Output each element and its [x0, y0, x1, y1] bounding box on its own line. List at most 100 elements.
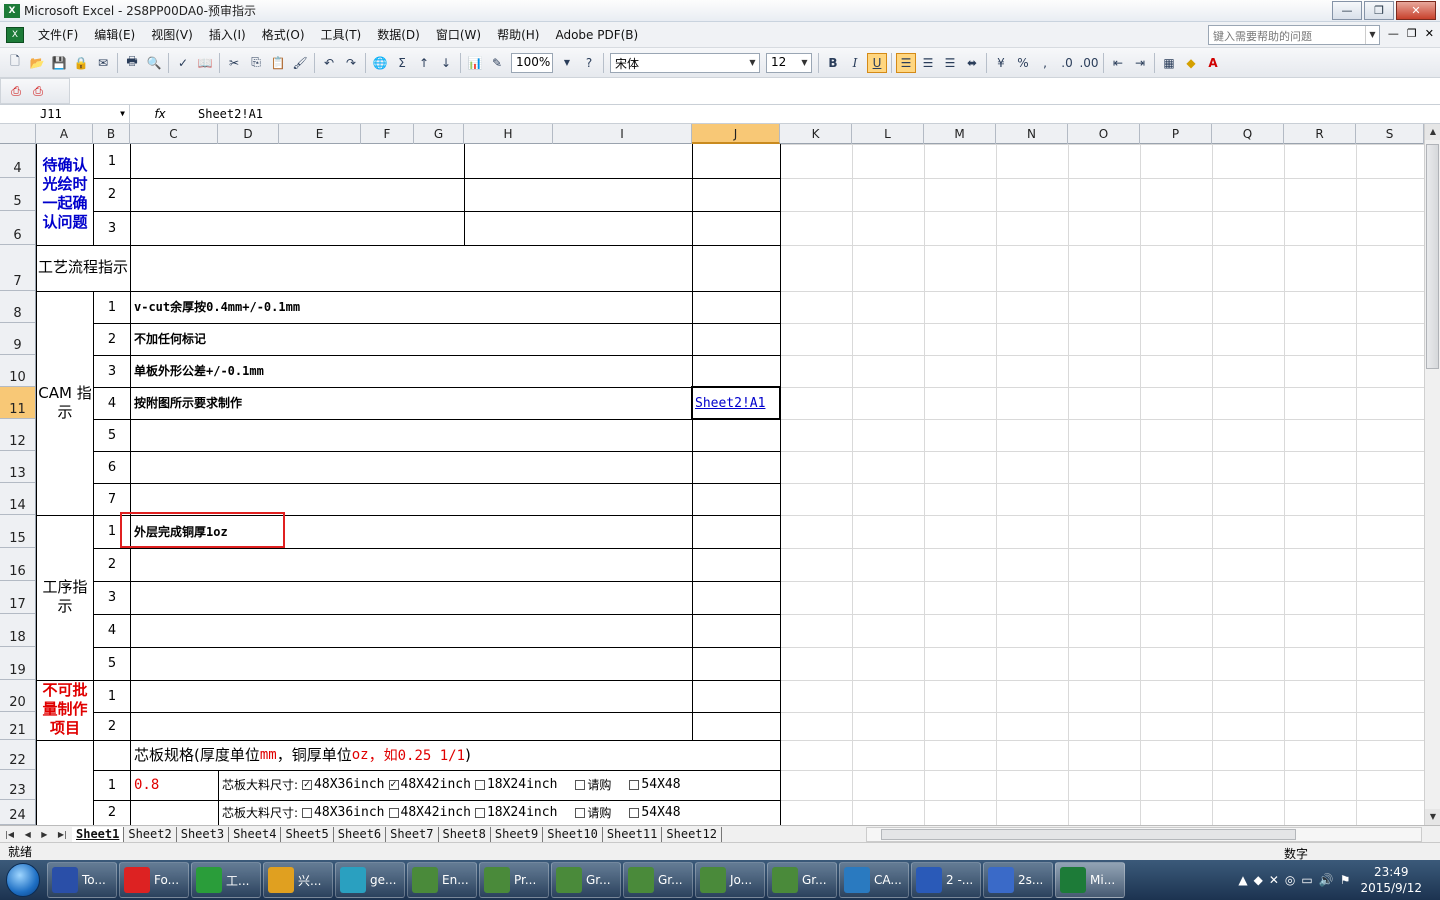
scroll-thumb[interactable] [1426, 144, 1439, 369]
tab-sheet1[interactable]: Sheet1 [72, 826, 125, 842]
cell-c23[interactable]: 0.8 [134, 770, 218, 799]
fill-color-icon[interactable]: ◆ [1181, 53, 1201, 73]
cell-c8[interactable]: v-cut余厚按0.4mm+/-0.1mm [134, 291, 690, 322]
chevron-down-icon[interactable]: ▼ [798, 54, 811, 72]
email-icon[interactable]: ✉ [93, 53, 113, 73]
tab-sheet8[interactable]: Sheet8 [439, 826, 491, 842]
taskbar-button[interactable]: 2s... [983, 862, 1053, 898]
row-header-18[interactable]: 18 [0, 614, 35, 647]
column-header-m[interactable]: M [924, 124, 996, 144]
doc-minimize-button[interactable]: — [1388, 27, 1399, 40]
cell-c9[interactable]: 不加任何标记 [134, 323, 690, 354]
scroll-thumb[interactable] [881, 829, 1296, 840]
checkbox[interactable] [474, 779, 485, 790]
permission-icon[interactable]: 🔒 [71, 53, 91, 73]
taskbar-button[interactable]: Gr... [551, 862, 621, 898]
vertical-scrollbar[interactable]: ▲ ▼ [1424, 124, 1440, 825]
select-all-corner[interactable] [0, 124, 36, 144]
item-number-cell[interactable]: 7 [94, 483, 130, 515]
increase-indent-icon[interactable]: ⇥ [1130, 53, 1150, 73]
tab-sheet3[interactable]: Sheet3 [177, 826, 230, 842]
item-number-cell[interactable]: 2 [94, 178, 130, 211]
hyperlink-icon[interactable]: 🌐 [370, 53, 390, 73]
row-header-11[interactable]: 11 [0, 387, 35, 419]
item-number-cell[interactable]: 2 [94, 800, 130, 825]
row-header-5[interactable]: 5 [0, 178, 35, 211]
font-select[interactable]: 宋体 ▼ [610, 52, 760, 73]
menu-view[interactable]: 视图(V) [143, 26, 201, 43]
column-header-e[interactable]: E [279, 124, 361, 144]
column-header-k[interactable]: K [780, 124, 852, 144]
borders-icon[interactable]: ▦ [1159, 53, 1179, 73]
column-header-s[interactable]: S [1356, 124, 1424, 144]
column-header-l[interactable]: L [852, 124, 924, 144]
row-header-8[interactable]: 8 [0, 291, 35, 323]
menu-format[interactable]: 格式(O) [254, 26, 313, 43]
row-header-24[interactable]: 24 [0, 800, 35, 825]
cell-a20-label[interactable]: 不可批量制作项目 [37, 680, 93, 739]
workbook-icon[interactable]: X [6, 26, 24, 43]
item-number-cell[interactable]: 5 [94, 647, 130, 680]
scroll-down-icon[interactable]: ▼ [1425, 809, 1440, 825]
cut-icon[interactable]: ✂ [224, 53, 244, 73]
worksheet-grid[interactable]: ABCDEFGHIJKLMNOPQRS 4 5 6 7 8 9 10 11 12 13 14 15 16… [0, 124, 1424, 825]
next-sheet-icon[interactable]: ▶ [41, 830, 47, 839]
menu-file[interactable]: 文件(F) [30, 26, 86, 43]
cell-c11[interactable]: 按附图所示要求制作 [134, 387, 690, 418]
close-button[interactable]: ✕ [1396, 1, 1436, 20]
align-left-icon[interactable]: ☰ [896, 52, 916, 73]
comma-icon[interactable]: , [1035, 53, 1055, 73]
checkbox[interactable] [575, 779, 586, 790]
spelling-icon[interactable]: ✓ [173, 53, 193, 73]
sort-ascending-icon[interactable]: ↑ [414, 53, 434, 73]
cell-a4-label[interactable]: 待确认光绘时一起确认问题 [37, 144, 93, 244]
row-header-23[interactable]: 23 [0, 770, 35, 800]
name-box[interactable]: J11 ▼ [0, 105, 130, 123]
copy-icon[interactable]: ⎘ [246, 53, 266, 73]
decrease-indent-icon[interactable]: ⇤ [1108, 53, 1128, 73]
tab-sheet5[interactable]: Sheet5 [281, 826, 334, 842]
item-number-cell[interactable]: 5 [94, 419, 130, 451]
currency-icon[interactable]: ¥ [991, 53, 1011, 73]
paste-icon[interactable]: 📋 [268, 53, 288, 73]
row-header-14[interactable]: 14 [0, 483, 35, 515]
tab-sheet2[interactable]: Sheet2 [124, 826, 177, 842]
convert-to-pdf-icon[interactable]: ⎙ [6, 81, 26, 101]
checkbox-checked[interactable]: ✓ [302, 779, 313, 790]
column-header-b[interactable]: B [93, 124, 130, 144]
cell-a8-label[interactable]: CAM 指示 [37, 291, 93, 514]
menu-insert[interactable]: 插入(I) [201, 26, 254, 43]
checkbox[interactable] [629, 807, 640, 818]
undo-icon[interactable]: ↶ [319, 53, 339, 73]
column-header-j[interactable]: J [692, 124, 780, 144]
checkbox-checked[interactable]: ✓ [388, 779, 399, 790]
clock[interactable]: 23:49 2015/9/12 [1360, 864, 1422, 896]
row-header-4[interactable]: 4 [0, 144, 35, 178]
item-number-cell[interactable]: 4 [94, 387, 130, 419]
help-search-input[interactable]: 键入需要帮助的问题 ▼ [1208, 25, 1380, 45]
minimize-button[interactable]: — [1332, 1, 1362, 20]
taskbar-button[interactable]: 兴... [263, 862, 333, 898]
volume-icon[interactable]: 🔊 [1319, 873, 1334, 887]
item-number-cell[interactable]: 1 [94, 144, 130, 178]
save-icon[interactable]: 💾 [49, 53, 69, 73]
row-header-17[interactable]: 17 [0, 581, 35, 614]
row-header-6[interactable]: 6 [0, 211, 35, 245]
checkbox[interactable] [388, 807, 399, 818]
app-tray-icon[interactable]: ◆ [1254, 873, 1263, 887]
item-number-cell[interactable]: 3 [94, 355, 130, 387]
format-painter-icon[interactable]: 🖌 [290, 53, 310, 73]
taskbar-button[interactable]: CA... [839, 862, 909, 898]
item-number-cell[interactable]: 1 [94, 770, 130, 800]
column-header-r[interactable]: R [1284, 124, 1356, 144]
redo-icon[interactable]: ↷ [341, 53, 361, 73]
row-header-15[interactable]: 15 [0, 515, 35, 548]
first-sheet-icon[interactable]: |◀ [5, 830, 14, 839]
network-icon[interactable]: ▲ [1238, 873, 1247, 887]
pdf-email-icon[interactable]: ⎙ [28, 81, 48, 101]
cell-a15-label[interactable]: 工序指示 [37, 515, 93, 679]
item-number-cell[interactable]: 6 [94, 451, 130, 483]
active-cell-j11[interactable] [691, 386, 781, 420]
row-header-20[interactable]: 20 [0, 680, 35, 712]
tab-sheet4[interactable]: Sheet4 [229, 826, 282, 842]
